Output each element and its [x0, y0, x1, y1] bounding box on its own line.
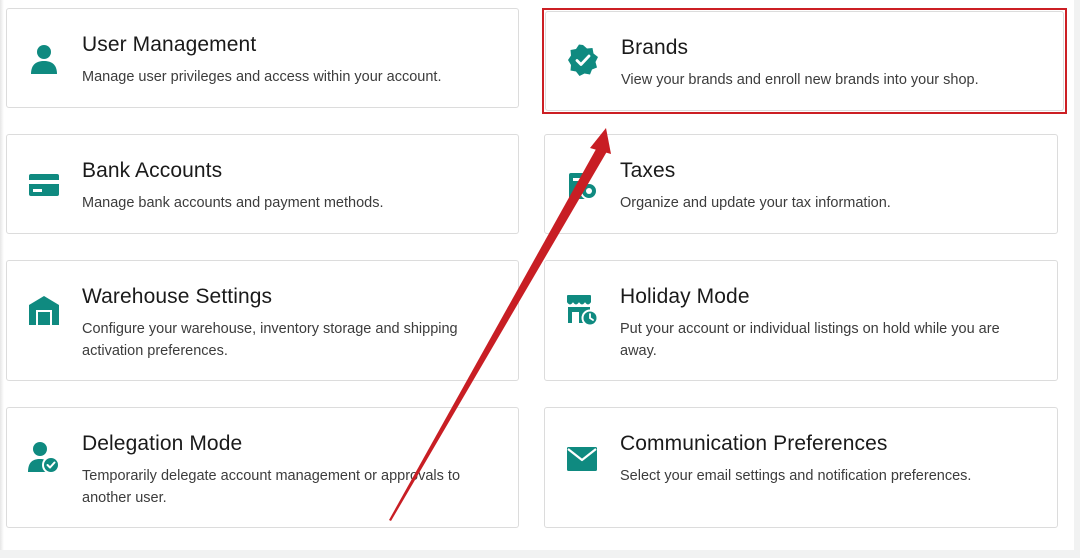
card-title: Taxes	[620, 159, 676, 182]
card-title: Warehouse Settings	[82, 285, 273, 308]
user-icon	[27, 42, 61, 76]
card-description: Manage bank accounts and payment methods…	[82, 195, 384, 211]
verified-badge-icon	[566, 43, 600, 77]
card-title: Communication Preferences	[620, 432, 888, 455]
warehouse-icon	[27, 293, 61, 327]
card-description: Configure your warehouse, inventory stor…	[82, 321, 458, 359]
card-description: Select your email settings and notificat…	[620, 468, 972, 484]
brands-card[interactable]: Brands View your brands and enroll new b…	[545, 11, 1064, 111]
card-description: Temporarily delegate account management …	[82, 468, 461, 506]
settings-panel: User Management Manage user privileges a…	[0, 0, 1074, 550]
card-description: Organize and update your tax information…	[620, 195, 891, 211]
credit-card-icon	[27, 168, 61, 202]
taxes-card[interactable]: Taxes Organize and update your tax infor…	[544, 134, 1058, 234]
card-title: Brands	[621, 36, 689, 59]
communication-preferences-card[interactable]: Communication Preferences Select your em…	[544, 407, 1058, 528]
card-title: Delegation Mode	[82, 432, 243, 455]
holiday-mode-card[interactable]: Holiday Mode Put your account or individ…	[544, 260, 1058, 381]
delegation-mode-card[interactable]: Delegation Mode Temporarily delegate acc…	[6, 407, 519, 528]
card-description: Manage user privileges and access within…	[82, 69, 442, 85]
card-description: View your brands and enroll new brands i…	[621, 72, 979, 88]
card-description: Put your account or individual listings …	[620, 321, 1000, 359]
card-title: Bank Accounts	[82, 159, 223, 182]
tax-icon	[565, 168, 599, 202]
card-title: Holiday Mode	[620, 285, 750, 308]
panel-edge	[0, 0, 4, 550]
card-title: User Management	[82, 33, 257, 56]
envelope-icon	[565, 442, 599, 476]
bank-accounts-card[interactable]: Bank Accounts Manage bank accounts and p…	[6, 134, 519, 234]
warehouse-settings-card[interactable]: Warehouse Settings Configure your wareho…	[6, 260, 519, 381]
store-clock-icon	[565, 293, 599, 327]
user-management-card[interactable]: User Management Manage user privileges a…	[6, 8, 519, 108]
user-check-icon	[27, 440, 61, 474]
